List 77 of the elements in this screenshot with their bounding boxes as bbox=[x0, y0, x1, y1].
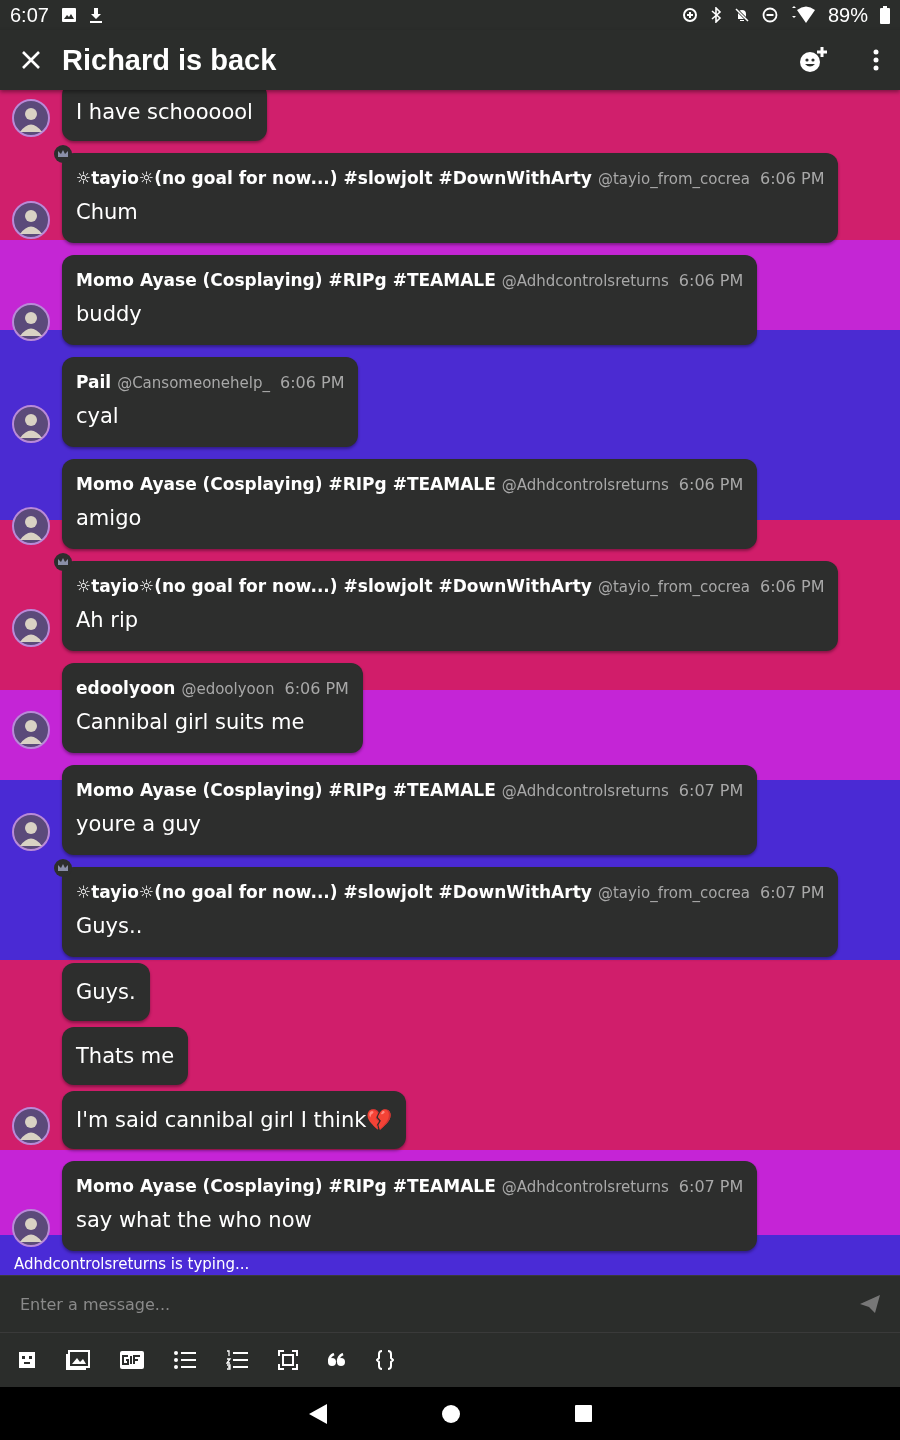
message-time: 6:07 PM bbox=[678, 1177, 744, 1196]
sender-name[interactable]: Momo Ayase (Cosplaying) #RIPg #TEAMALE bbox=[76, 270, 496, 290]
message-text: buddy bbox=[76, 301, 143, 328]
message-time: 6:06 PM bbox=[678, 271, 744, 290]
message-text: amigo bbox=[76, 505, 143, 532]
sender-handle: @tayio_from_cocrea bbox=[597, 884, 750, 902]
sender-handle: @tayio_from_cocrea bbox=[597, 578, 750, 596]
sender-name[interactable]: edoolyoon bbox=[76, 678, 176, 698]
message-field[interactable]: Enter a message... bbox=[18, 1293, 860, 1315]
avatar bbox=[12, 303, 50, 341]
message-time: 6:06 PM bbox=[280, 373, 345, 392]
message-text: I have schoooool bbox=[76, 99, 253, 126]
message-text: say what the who now bbox=[76, 1207, 313, 1234]
avatar bbox=[12, 711, 50, 749]
add-emoji-icon[interactable] bbox=[798, 46, 828, 74]
data-saver-icon bbox=[681, 7, 698, 23]
message-text: Ah rip bbox=[76, 607, 140, 634]
message-time: 6:06 PM bbox=[284, 679, 349, 698]
message-text: Cannibal girl suits me bbox=[76, 709, 306, 736]
overview-icon[interactable] bbox=[574, 1405, 592, 1422]
quote-icon[interactable] bbox=[328, 1353, 346, 1367]
avatar bbox=[12, 405, 50, 443]
numbered-list-icon[interactable] bbox=[226, 1350, 248, 1370]
close-icon[interactable] bbox=[20, 49, 42, 71]
sticker-icon[interactable] bbox=[18, 1351, 36, 1369]
sender-handle: @Adhdcontrolsreturns bbox=[501, 476, 669, 494]
avatar bbox=[12, 201, 50, 239]
sender-name[interactable]: ☼tayio☼(no goal for now...) #slowjolt #DownWithArty bbox=[76, 168, 592, 188]
avatar bbox=[12, 1209, 50, 1247]
sender-handle: @Adhdcontrolsreturns bbox=[501, 272, 669, 290]
sender-name[interactable]: ☼tayio☼(no goal for now...) #slowjolt #DownWithArty bbox=[76, 882, 592, 902]
code-block-icon[interactable] bbox=[376, 1350, 394, 1370]
avatar bbox=[12, 609, 50, 647]
back-icon[interactable] bbox=[308, 1403, 327, 1424]
download-icon bbox=[88, 7, 103, 23]
message-text: Guys. bbox=[76, 979, 136, 1006]
bullet-list-icon[interactable] bbox=[174, 1351, 196, 1369]
spoiler-icon[interactable] bbox=[278, 1350, 298, 1370]
gif-icon[interactable] bbox=[120, 1351, 144, 1369]
image-icon[interactable] bbox=[66, 1350, 90, 1370]
message-time: 6:07 PM bbox=[678, 781, 744, 800]
message-text: Chum bbox=[76, 199, 139, 226]
sender-name[interactable]: Momo Ayase (Cosplaying) #RIPg #TEAMALE bbox=[76, 474, 496, 494]
image-icon bbox=[60, 7, 77, 23]
muted-bell-icon bbox=[733, 7, 750, 23]
message-time: 6:06 PM bbox=[760, 577, 825, 596]
message-text: cyal bbox=[76, 403, 120, 430]
battery-percent: 89% bbox=[827, 3, 868, 27]
message-time: 6:06 PM bbox=[760, 169, 825, 188]
sender-name[interactable]: Momo Ayase (Cosplaying) #RIPg #TEAMALE bbox=[76, 780, 496, 800]
sender-handle: @Adhdcontrolsreturns bbox=[501, 782, 669, 800]
message-text: Thats me bbox=[76, 1043, 175, 1070]
sender-handle: @tayio_from_cocrea bbox=[597, 170, 750, 188]
sender-name[interactable]: Pail bbox=[76, 372, 112, 392]
battery-icon bbox=[880, 6, 890, 24]
sender-name[interactable]: Momo Ayase (Cosplaying) #RIPg #TEAMALE bbox=[76, 1176, 496, 1196]
sender-handle: @Adhdcontrolsreturns bbox=[501, 1178, 669, 1196]
message-time: 6:06 PM bbox=[678, 475, 744, 494]
more-icon[interactable] bbox=[872, 49, 880, 71]
avatar bbox=[12, 99, 50, 137]
message-time: 6:07 PM bbox=[760, 883, 825, 902]
send-icon[interactable] bbox=[860, 1295, 880, 1313]
typing-indicator: Adhdcontrolsreturns is typing... bbox=[13, 1254, 251, 1275]
chat-title: Richard is back bbox=[62, 43, 278, 77]
message-text: I'm said cannibal girl I think💔 bbox=[76, 1107, 393, 1134]
bluetooth-icon bbox=[709, 7, 722, 23]
home-icon[interactable] bbox=[441, 1404, 460, 1423]
message-text: youre a guy bbox=[76, 811, 202, 838]
avatar bbox=[12, 507, 50, 545]
sender-name[interactable]: ☼tayio☼(no goal for now...) #slowjolt #DownWithArty bbox=[76, 576, 592, 596]
clock: 6:07 bbox=[10, 3, 49, 27]
avatar bbox=[12, 813, 50, 851]
avatar bbox=[12, 1107, 50, 1145]
sender-handle: @edoolyoon bbox=[181, 680, 275, 698]
do-not-disturb-icon bbox=[761, 7, 778, 23]
message-text: Guys.. bbox=[76, 913, 144, 940]
sender-handle: @Cansomeonehelp_ bbox=[117, 374, 270, 392]
